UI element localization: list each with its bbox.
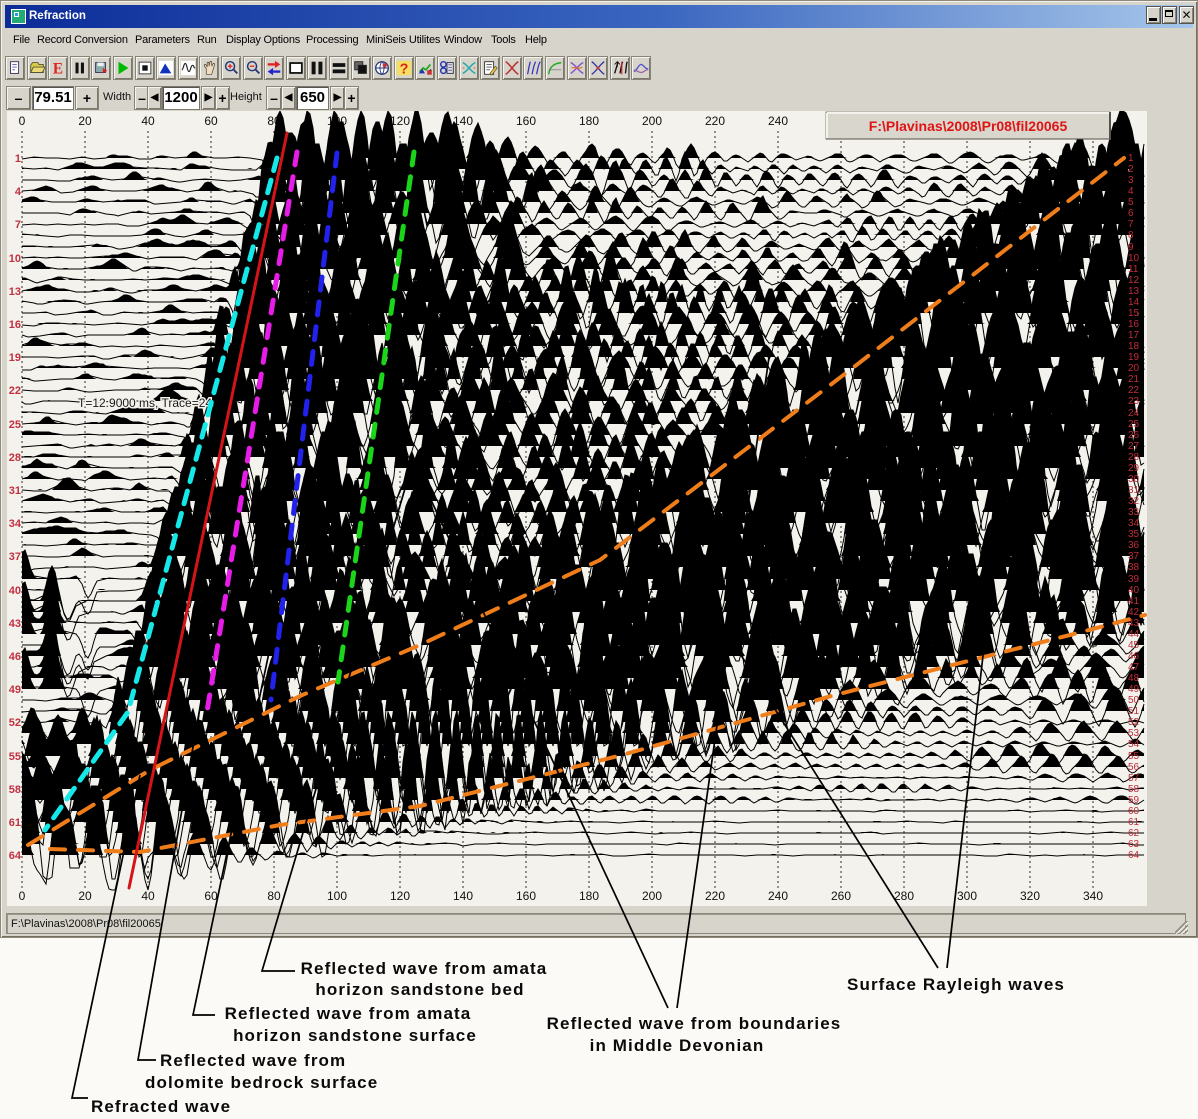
svg-text:dolomite bedrock surface: dolomite bedrock surface xyxy=(145,1073,378,1092)
svg-text:horizon sandstone bed: horizon sandstone bed xyxy=(315,980,524,999)
svg-text:in Middle Devonian: in Middle Devonian xyxy=(590,1036,765,1055)
svg-text:Refracted wave: Refracted wave xyxy=(91,1097,231,1116)
svg-text:Reflected wave from: Reflected wave from xyxy=(160,1051,346,1070)
svg-text:horizon sandstone surface: horizon sandstone surface xyxy=(233,1026,477,1045)
svg-text:Reflected wave from boundaries: Reflected wave from boundaries xyxy=(547,1014,842,1033)
svg-text:Reflected wave from amata: Reflected wave from amata xyxy=(301,959,548,978)
svg-text:Reflected wave from amata: Reflected wave from amata xyxy=(225,1004,472,1023)
svg-text:Surface Rayleigh waves: Surface Rayleigh waves xyxy=(847,975,1065,994)
